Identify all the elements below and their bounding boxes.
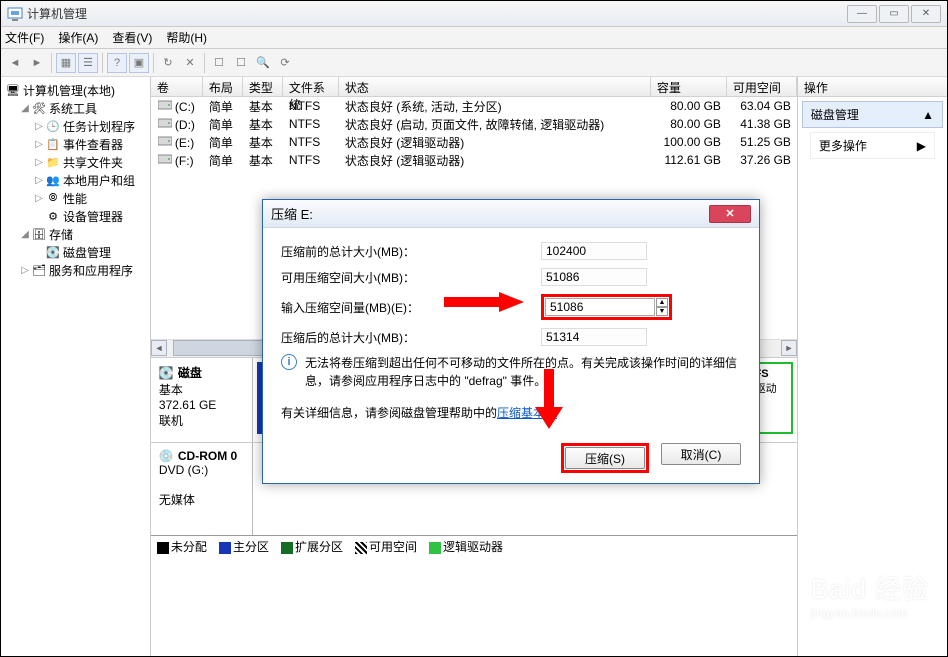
spinner-down-icon[interactable]: ▼ <box>656 307 668 316</box>
menu-view[interactable]: 查看(V) <box>112 29 152 46</box>
legend-unalloc-swatch <box>157 542 169 554</box>
toolbar-btn[interactable]: ⟳ <box>275 53 295 73</box>
tree-event-viewer[interactable]: ▷📋事件查看器 <box>5 135 150 153</box>
scrollbar-right[interactable]: ► <box>781 340 797 356</box>
actions-header: 操作 <box>798 77 947 97</box>
disk0-label: 💽磁盘 基本 372.61 GE 联机 <box>151 358 253 442</box>
value-total-after: 51314 <box>541 328 647 346</box>
annotation-arrow-down <box>535 369 563 429</box>
col-fs[interactable]: 文件系统 <box>283 77 339 96</box>
watermark: Baid 经验 jingyan.baidu.com <box>811 569 929 620</box>
col-volume[interactable]: 卷 <box>151 77 203 96</box>
highlight-input: ▲ ▼ <box>541 294 672 320</box>
menu-action[interactable]: 操作(A) <box>58 29 98 46</box>
window-title: 计算机管理 <box>27 5 847 22</box>
refresh-icon[interactable]: ↻ <box>158 53 178 73</box>
value-avail: 51086 <box>541 268 647 286</box>
cdrom-label: 💿CD-ROM 0 DVD (G:) 无媒体 <box>151 443 253 535</box>
maximize-button[interactable]: ▭ <box>879 5 909 23</box>
dialog-close-button[interactable]: ✕ <box>709 205 751 223</box>
label-avail: 可用压缩空间大小(MB)： <box>281 269 541 286</box>
toolbar-btn[interactable]: ▣ <box>129 53 149 73</box>
chevron-right-icon: ▶ <box>917 139 926 153</box>
volume-row[interactable]: (F:)简单基本NTFS状态良好 (逻辑驱动器)112.61 GB37.26 G… <box>151 151 797 169</box>
toolbar-btn[interactable]: ✕ <box>180 53 200 73</box>
menu-bar: 文件(F) 操作(A) 查看(V) 帮助(H) <box>1 27 947 49</box>
toolbar-sep <box>102 53 103 73</box>
tree-panel: 🖥计算机管理(本地) ◢🛠系统工具 ▷🕒任务计划程序 ▷📋事件查看器 ▷📁共享文… <box>1 77 151 656</box>
dialog-note: i 无法将卷压缩到超出任何不可移动的文件所在的点。有关完成该操作时间的详细信息，… <box>281 354 741 390</box>
tree-services[interactable]: ▷🗂服务和应用程序 <box>5 261 150 279</box>
cancel-button[interactable]: 取消(C) <box>661 443 741 465</box>
col-type[interactable]: 类型 <box>243 77 283 96</box>
col-free[interactable]: 可用空间 <box>727 77 797 96</box>
shrink-amount-input[interactable] <box>545 298 655 316</box>
app-icon <box>7 6 23 22</box>
highlight-shrink-btn: 压缩(S) <box>561 443 649 473</box>
toolbar: ◄ ► ▦ ☰ ? ▣ ↻ ✕ ☐ ☐ 🔍 ⟳ <box>1 49 947 77</box>
legend: 未分配 主分区 扩展分区 可用空间 逻辑驱动器 <box>151 535 797 557</box>
action-disk-mgmt[interactable]: 磁盘管理▲ <box>802 101 943 128</box>
toolbar-sep <box>51 53 52 73</box>
back-icon[interactable]: ◄ <box>5 53 25 73</box>
dialog-title: 压缩 E: <box>271 204 709 223</box>
value-total-before: 102400 <box>541 242 647 260</box>
label-total-after: 压缩后的总计大小(MB)： <box>281 329 541 346</box>
col-layout[interactable]: 布局 <box>203 77 243 96</box>
tree-performance[interactable]: ▷⦾性能 <box>5 189 150 207</box>
volume-table-header: 卷 布局 类型 文件系统 状态 容量 可用空间 <box>151 77 797 97</box>
tree-shared-folders[interactable]: ▷📁共享文件夹 <box>5 153 150 171</box>
col-status[interactable]: 状态 <box>339 77 651 96</box>
legend-primary-swatch <box>219 542 231 554</box>
drive-icon <box>157 152 173 166</box>
col-capacity[interactable]: 容量 <box>651 77 727 96</box>
help-icon[interactable]: ? <box>107 53 127 73</box>
volume-row[interactable]: (C:)简单基本NTFS状态良好 (系统, 活动, 主分区)80.00 GB63… <box>151 97 797 115</box>
minimize-button[interactable]: — <box>847 5 877 23</box>
menu-file[interactable]: 文件(F) <box>5 29 44 46</box>
cdrom-icon: 💿 <box>159 449 174 463</box>
legend-extended-swatch <box>281 542 293 554</box>
toolbar-btn[interactable]: 🔍 <box>253 53 273 73</box>
view-icon[interactable]: ▦ <box>56 53 76 73</box>
info-icon: i <box>281 354 297 370</box>
properties-icon[interactable]: ☰ <box>78 53 98 73</box>
dialog-titlebar[interactable]: 压缩 E: ✕ <box>263 200 759 228</box>
legend-logical-swatch <box>429 542 441 554</box>
disk-icon: 💽 <box>159 366 174 380</box>
drive-icon <box>157 134 173 148</box>
tree-disk-management[interactable]: 💽磁盘管理 <box>5 243 150 261</box>
action-more[interactable]: 更多操作▶ <box>810 132 935 159</box>
tree-storage[interactable]: ◢🗄存储 <box>5 225 150 243</box>
volume-row[interactable]: (E:)简单基本NTFS状态良好 (逻辑驱动器)100.00 GB51.25 G… <box>151 133 797 151</box>
menu-help[interactable]: 帮助(H) <box>166 29 207 46</box>
collapse-icon: ▲ <box>922 108 934 122</box>
title-bar: 计算机管理 — ▭ ✕ <box>1 1 947 27</box>
label-total-before: 压缩前的总计大小(MB)： <box>281 243 541 260</box>
toolbar-btn[interactable]: ☐ <box>231 53 251 73</box>
toolbar-sep <box>153 53 154 73</box>
dialog-link-line: 有关详细信息，请参阅磁盘管理帮助中的压缩基本卷 <box>281 404 741 421</box>
volume-row[interactable]: (D:)简单基本NTFS状态良好 (启动, 页面文件, 故障转储, 逻辑驱动器)… <box>151 115 797 133</box>
shrink-dialog: 压缩 E: ✕ 压缩前的总计大小(MB)： 102400 可用压缩空间大小(MB… <box>262 199 760 484</box>
tree-root[interactable]: 🖥计算机管理(本地) <box>5 81 150 99</box>
tree-task-scheduler[interactable]: ▷🕒任务计划程序 <box>5 117 150 135</box>
annotation-arrow-right <box>444 292 524 312</box>
legend-free-swatch <box>355 542 367 554</box>
tree-device-manager[interactable]: ⚙设备管理器 <box>5 207 150 225</box>
forward-icon[interactable]: ► <box>27 53 47 73</box>
toolbar-sep <box>204 53 205 73</box>
spinner-up-icon[interactable]: ▲ <box>656 298 668 307</box>
tree-local-users[interactable]: ▷👥本地用户和组 <box>5 171 150 189</box>
toolbar-btn[interactable]: ☐ <box>209 53 229 73</box>
drive-icon <box>157 116 173 130</box>
drive-icon <box>157 98 173 112</box>
close-button[interactable]: ✕ <box>911 5 941 23</box>
shrink-button[interactable]: 压缩(S) <box>565 447 645 469</box>
tree-system-tools[interactable]: ◢🛠系统工具 <box>5 99 150 117</box>
